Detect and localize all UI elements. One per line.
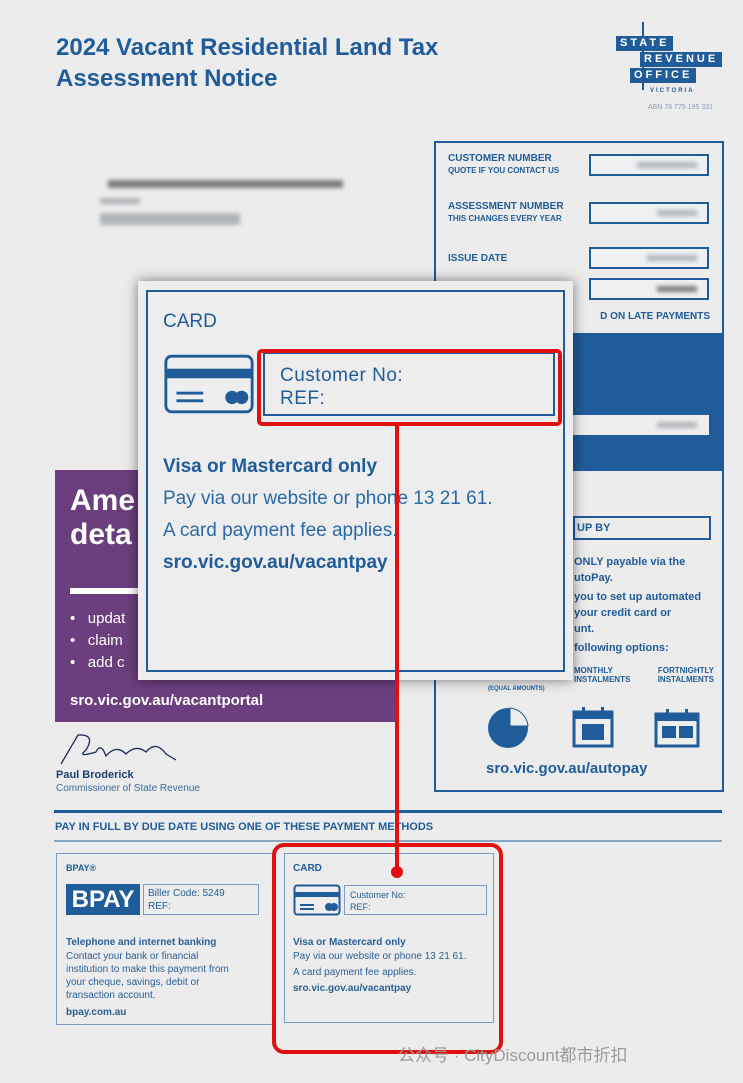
watermark: 公众号 · CityDiscount都市折扣 (398, 1046, 628, 1065)
credit-card-icon (164, 354, 254, 414)
issue-date-value (589, 247, 709, 269)
portal-link[interactable]: sro.vic.gov.au/vacantportal (70, 692, 263, 709)
autopay-link[interactable]: sro.vic.gov.au/autopay (486, 760, 647, 777)
divider (54, 810, 722, 813)
connector-line (395, 425, 399, 871)
vacantpay-link[interactable]: sro.vic.gov.au/vacantpay (163, 552, 388, 574)
signature (60, 734, 177, 765)
highlight-customer-ref (257, 349, 562, 426)
sro-logo: STATE REVENUE OFFICE VICTORIA ABN 76 775… (612, 22, 740, 112)
bpay-link[interactable]: bpay.com.au (66, 1006, 126, 1019)
monthly-calendar-icon (572, 707, 614, 748)
assessment-number-value (589, 202, 709, 224)
customer-number-value (589, 154, 709, 176)
connector-dot (391, 866, 403, 878)
payment-heading: PAY IN FULL BY DUE DATE USING ONE OF THE… (55, 821, 434, 833)
amount-value (589, 278, 709, 300)
signatory-role: Commissioner of State Revenue (56, 783, 200, 794)
signatory-name: Paul Broderick (56, 769, 134, 781)
card-zoom-callout: CARD Customer No: REF: Visa or Mastercard… (138, 281, 573, 680)
page-title: 2024 Vacant Residential Land Tax Assessme… (56, 34, 439, 92)
bpay-panel: BPAY® BPAY Biller Code: 5249 REF: Telepho… (56, 853, 276, 1025)
bpay-logo: BPAY (66, 884, 140, 915)
pie-chart-icon (488, 707, 529, 748)
fortnightly-calendar-icon (654, 709, 700, 748)
highlight-card-panel (272, 843, 503, 1054)
